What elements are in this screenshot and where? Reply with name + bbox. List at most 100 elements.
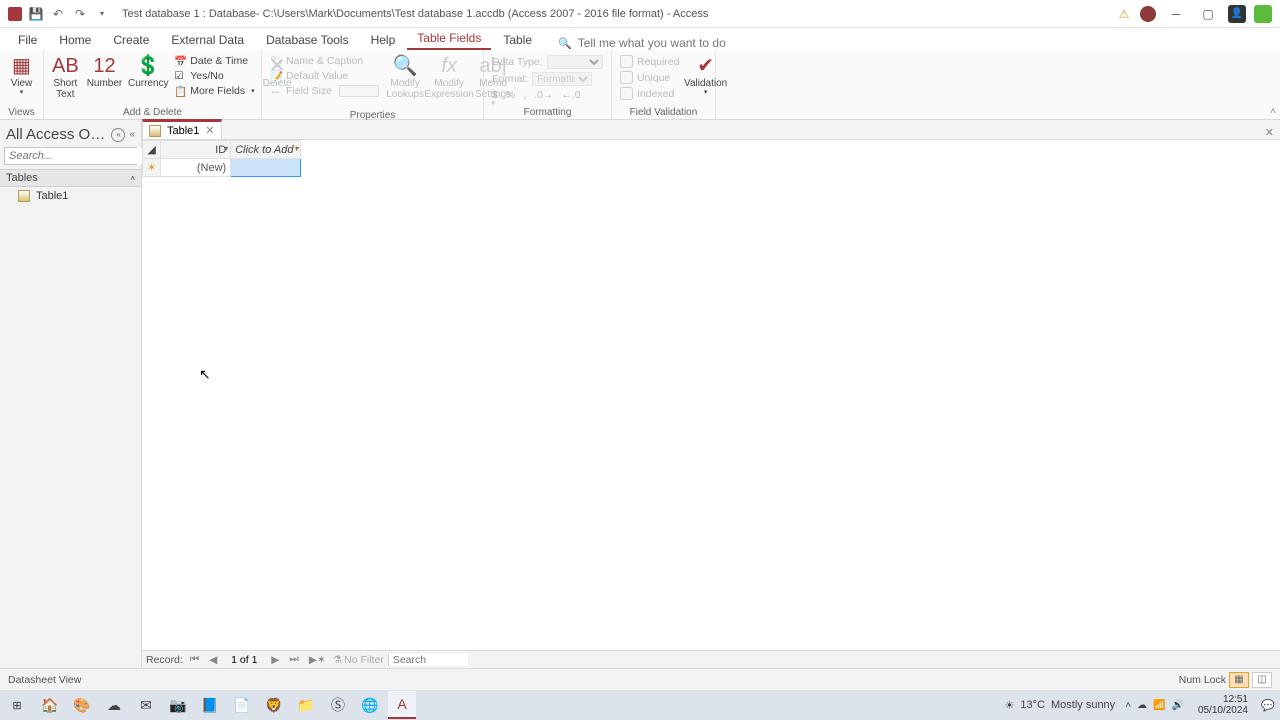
increase-decimal-icon: .0→ [532, 88, 555, 102]
collapse-ribbon-icon[interactable]: ˄ [1270, 106, 1276, 117]
tab-external-data[interactable]: External Data [161, 30, 254, 50]
tab-database-tools[interactable]: Database Tools [256, 30, 359, 50]
weather-widget[interactable]: ☀ 13°C Mostly sunny [1005, 699, 1116, 712]
taskbar-camera-icon[interactable]: 📷 [164, 691, 192, 719]
tab-help[interactable]: Help [361, 30, 406, 50]
datasheet[interactable]: ◢ ID ▾ Click to Add ▾ ✶ (New) [142, 140, 1280, 650]
tab-file[interactable]: File [8, 30, 47, 50]
view-button[interactable]: ▦ View ▾ [6, 52, 37, 99]
expression-icon: fx [441, 54, 457, 78]
tab-create[interactable]: Create [103, 30, 159, 50]
no-filter-indicator: ⚗No Filter [333, 654, 384, 666]
undo-icon[interactable]: ↶ [50, 6, 66, 22]
chevron-down-icon[interactable]: ▾ [294, 144, 298, 153]
title-bar: 💾 ↶ ↷ ▾ Test database 1 : Database- C:\U… [0, 0, 1280, 28]
navpane-title[interactable]: All Access Obj... [6, 126, 109, 143]
tab-table[interactable]: Table [493, 30, 542, 50]
short-text-icon: AB [52, 54, 79, 78]
short-text-button[interactable]: AB Short Text [50, 52, 81, 102]
taskbar-home-icon[interactable]: 🏠 [36, 691, 64, 719]
ribbon-tabs: File Home Create External Data Database … [0, 28, 1280, 50]
row-selector-new[interactable]: ✶ [143, 159, 161, 177]
view-mode-label: Datasheet View [8, 674, 81, 686]
tab-home[interactable]: Home [49, 30, 101, 50]
windows-taskbar: ⊞ 🏠 🎨 ☁ ✉ 📷 📘 📄 🦁 📁 Ⓢ 🌐 A ☀ 13°C Mostly … [0, 690, 1280, 720]
currency-button[interactable]: 💲 Currency [128, 52, 168, 91]
number-icon: 12 [93, 54, 115, 78]
design-view-button[interactable]: ◫ [1252, 672, 1272, 688]
tray-onedrive-icon[interactable]: ☁ [1137, 700, 1147, 711]
taskbar-explorer-icon[interactable]: 📁 [292, 691, 320, 719]
date-time-button[interactable]: 📅Date & Time [172, 54, 256, 68]
taskbar-app-icon[interactable]: 📘 [196, 691, 224, 719]
start-button[interactable]: ⊞ [0, 690, 34, 720]
last-record-icon[interactable]: ⏭ [286, 653, 301, 666]
prev-record-icon[interactable]: ◀ [206, 654, 220, 666]
navitem-table1[interactable]: Table1 [0, 187, 141, 205]
name-caption-button: 🏷Name & Caption [268, 54, 381, 68]
taskbar-skype-icon[interactable]: Ⓢ [324, 691, 352, 719]
group-validation-label: Field Validation [618, 107, 709, 119]
qat-customize-icon[interactable]: ▾ [94, 6, 110, 22]
addon-icon-2[interactable] [1254, 5, 1272, 23]
record-position-input[interactable] [224, 654, 264, 666]
datasheet-view-button[interactable]: ▦ [1229, 672, 1249, 688]
sun-icon: ☀ [1005, 699, 1015, 712]
tray-chevron-icon[interactable]: ˄ [1125, 700, 1131, 711]
modify-expression-button: fx Modify Expression [429, 52, 469, 102]
navpane-search-input[interactable] [5, 148, 156, 164]
taskbar-outlook-icon[interactable]: ✉ [132, 691, 160, 719]
new-record-icon[interactable]: ▶✶ [306, 654, 329, 666]
save-icon[interactable]: 💾 [28, 6, 44, 22]
taskbar-notepad-icon[interactable]: 📄 [228, 691, 256, 719]
checkbox-icon: ☑ [174, 70, 186, 82]
cell-selected-new[interactable] [231, 159, 301, 177]
addon-icon-1[interactable]: 👤 [1228, 5, 1246, 23]
validation-icon: ✔ [697, 54, 714, 78]
navgroup-tables[interactable]: Tables ˄ [0, 169, 141, 187]
close-all-tabs-icon[interactable]: ✕ [1259, 126, 1280, 139]
cell-id-new[interactable]: (New) [161, 159, 231, 177]
taskbar-app-icon[interactable]: 🎨 [68, 691, 96, 719]
taskbar-app-icon[interactable]: ☁ [100, 691, 128, 719]
taskbar-brave-icon[interactable]: 🦁 [260, 691, 288, 719]
navpane-menu-icon[interactable]: « [111, 128, 125, 142]
group-views-label: Views [6, 107, 37, 119]
taskbar-access-icon[interactable]: A [388, 691, 416, 719]
field-size-button: ↔Field Size [268, 84, 381, 98]
user-avatar-icon[interactable] [1140, 6, 1156, 22]
validation-button[interactable]: ✔ Validation ▾ [686, 52, 726, 99]
tray-volume-icon[interactable]: 🔊 [1171, 700, 1183, 711]
tab-table-fields[interactable]: Table Fields [407, 28, 491, 50]
tell-me-search[interactable] [578, 36, 778, 50]
group-add-delete-label: Add & Delete [50, 107, 255, 119]
field-size-input [339, 85, 379, 97]
column-header-id[interactable]: ID ▾ [161, 141, 231, 159]
ribbon: ▦ View ▾ Views AB Short Text 12 Number 💲… [0, 50, 1280, 120]
number-button[interactable]: 12 Number [85, 52, 125, 91]
first-record-icon[interactable]: ⏮ [187, 653, 202, 666]
maximize-button[interactable]: ▢ [1196, 5, 1220, 23]
record-search-input[interactable] [388, 654, 468, 666]
indexed-checkbox: Indexed [618, 86, 682, 101]
close-tab-icon[interactable]: ✕ [205, 124, 214, 137]
doctab-table1[interactable]: Table1 ✕ [142, 119, 222, 139]
more-fields-button[interactable]: 📋More Fields▾ [172, 84, 256, 98]
minimize-button[interactable]: ─ [1164, 5, 1188, 23]
notification-center-icon[interactable]: 💬 [1256, 690, 1280, 720]
taskbar-clock[interactable]: 12:51 05/10/2024 [1190, 694, 1256, 716]
numlock-indicator: Num Lock [1179, 674, 1226, 686]
yes-no-button[interactable]: ☑Yes/No [172, 69, 256, 83]
taskbar-chrome-icon[interactable]: 🌐 [356, 691, 384, 719]
navpane-collapse-icon[interactable]: « [129, 129, 135, 140]
select-all-corner[interactable]: ◢ [143, 141, 161, 159]
tray-network-icon[interactable]: 📶 [1153, 700, 1165, 711]
decrease-decimal-icon: ←.0 [559, 88, 582, 102]
chevron-down-icon[interactable]: ▾ [224, 144, 228, 153]
table-icon [18, 190, 30, 202]
column-header-click-to-add[interactable]: Click to Add ▾ [231, 141, 301, 159]
redo-icon[interactable]: ↷ [72, 6, 88, 22]
navigation-pane: All Access Obj... « « 🔍 Tables ˄ Table1 [0, 120, 142, 668]
warning-icon[interactable]: ⚠ [1116, 6, 1132, 22]
next-record-icon[interactable]: ▶ [268, 654, 282, 666]
